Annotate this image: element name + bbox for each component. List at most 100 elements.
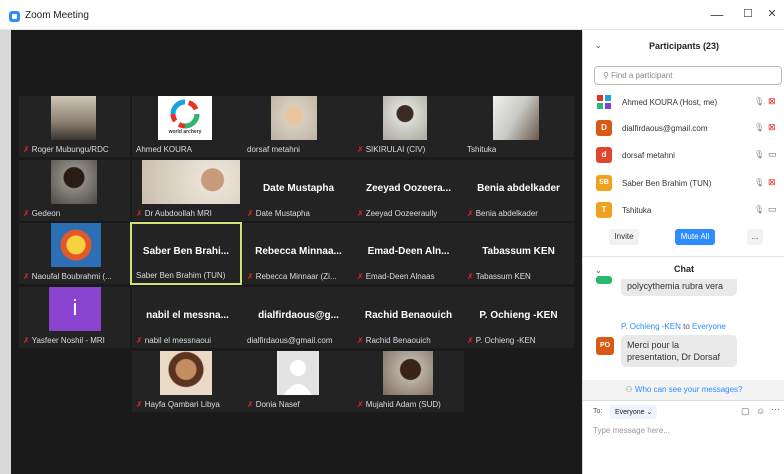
minimize-button[interactable]: — [707, 7, 727, 22]
recipient-dropdown[interactable]: Everyone ⌄ [610, 405, 658, 419]
mic-icon[interactable]: 🎙 [754, 150, 764, 159]
divider [583, 400, 784, 401]
tile-name: ✗ Dr Aubdoollah MRI [136, 209, 212, 218]
participant-row[interactable]: D dialfirdaous@gmail.com 🎙 ⊠ [596, 120, 782, 138]
video-tile[interactable]: ✗ Donia Nasef [243, 351, 354, 412]
video-tile[interactable]: Zeeyad Oozeera... ✗ Zeeyad Oozeeraully [353, 160, 464, 221]
video-tile[interactable]: dialfirdaous@g... dialfirdaous@gmail.com [243, 287, 354, 348]
privacy-bar[interactable]: ⚇ Who can see your messages? [583, 380, 784, 400]
avatar [596, 276, 612, 284]
message-input[interactable]: Type message here... [593, 426, 778, 466]
participant-search-input[interactable]: ⚲ Find a participant [594, 66, 782, 85]
chat-header: Chat [674, 264, 694, 274]
to-label: To: [593, 408, 603, 415]
tile-name: ✗ Donia Nasef [247, 400, 300, 409]
video-off-icon[interactable]: ⊠ [768, 122, 776, 133]
more-icon[interactable]: ⋯ [771, 404, 780, 415]
muted-mic-icon: ✗ [136, 209, 143, 218]
invite-button[interactable]: Invite [609, 229, 639, 245]
video-tile[interactable]: world archery Ahmed KOURA [132, 96, 243, 157]
muted-mic-icon: ✗ [357, 209, 364, 218]
participant-name: dorsaf metahni [622, 151, 675, 160]
search-icon: ⚲ [603, 71, 612, 80]
participant-video [51, 160, 97, 204]
sender-to: to [683, 322, 690, 331]
tile-name: ✗ Tabassum KEN [467, 272, 531, 281]
tile-name: ✗ Roger Mubungu/RDC [23, 145, 109, 154]
participant-row[interactable]: SB Saber Ben Brahim (TUN) 🎙 ⊠ [596, 175, 782, 193]
video-tile[interactable]: Rachid Benaouich ✗ Rachid Benaouich [353, 287, 464, 348]
people-icon: ⚇ [625, 385, 635, 394]
video-on-icon[interactable]: ▭ [768, 204, 777, 215]
tile-name: Tshituka [467, 145, 497, 154]
emoji-icon[interactable]: ☺ [756, 406, 765, 416]
video-tile[interactable]: ✗ Gedeon [19, 160, 130, 221]
participants-header: Participants (23) [648, 41, 720, 51]
participant-video [142, 160, 240, 204]
participant-row[interactable]: Ahmed KOURA (Host, me) 🎙 ⊠ [596, 94, 782, 112]
participant-video [383, 96, 427, 140]
tile-name: Ahmed KOURA [136, 145, 193, 154]
tile-name: ✗ Naoufal Boubrahmi (... [23, 272, 112, 281]
video-tile[interactable]: P. Ochieng -KEN ✗ P. Ochieng -KEN [463, 287, 574, 348]
participant-video [51, 223, 101, 267]
muted-mic-icon: ✗ [357, 272, 364, 281]
participant-name: dialfirdaous@gmail.com [622, 124, 708, 133]
more-options-button[interactable]: ... [747, 229, 763, 245]
video-tile[interactable]: ✗ Hayfa Qambari Libya [132, 351, 243, 412]
mic-icon[interactable]: 🎙 [754, 123, 764, 132]
avatar [596, 94, 612, 110]
file-icon[interactable]: ▢ [741, 406, 750, 417]
mic-icon[interactable]: 🎙 [754, 178, 764, 187]
video-tile[interactable]: ✗ Roger Mubungu/RDC [19, 96, 130, 157]
mute-all-button[interactable]: Mute All [675, 229, 715, 245]
muted-mic-icon: ✗ [467, 272, 474, 281]
video-tile[interactable]: ✗ Mujahid Adam (SUD) [353, 351, 464, 412]
muted-mic-icon: ✗ [247, 272, 254, 281]
mic-icon[interactable]: 🎙 [754, 97, 764, 106]
video-tile[interactable]: Tabassum KEN ✗ Tabassum KEN [463, 223, 574, 284]
video-tile[interactable]: Emad-Deen Aln... ✗ Emad-Deen Alnaas [353, 223, 464, 284]
video-off-icon[interactable]: ⊠ [768, 177, 776, 188]
muted-mic-icon: ✗ [136, 400, 143, 409]
video-tile[interactable]: Date Mustapha ✗ Date Mustapha [243, 160, 354, 221]
close-button[interactable]: ✕ [762, 7, 782, 20]
avatar: PO [596, 337, 614, 355]
video-tile[interactable]: Rebecca Minnaa... ✗ Rebecca Minnaar (Zi..… [243, 223, 354, 284]
muted-mic-icon: ✗ [23, 272, 30, 281]
tile-big-name: Tabassum KEN [482, 246, 555, 257]
video-gallery: ✗ Roger Mubungu/RDC world archery Ahmed K… [11, 30, 582, 474]
participant-row[interactable]: T Tshituka 🎙 ▭ [596, 202, 782, 220]
tile-big-name: Rachid Benaouich [364, 310, 453, 321]
video-tile[interactable]: i ✗ Yasfeer Noshil - MRI [19, 287, 130, 348]
participant-name: Tshituka [622, 206, 652, 215]
window-edge [0, 30, 11, 474]
video-tile[interactable]: Tshituka [463, 96, 574, 157]
video-on-icon[interactable]: ▭ [768, 149, 777, 160]
window-title: Zoom Meeting [25, 10, 89, 21]
video-tile[interactable]: dorsaf metahni [243, 96, 354, 157]
video-tile[interactable]: ✗ Dr Aubdoollah MRI [132, 160, 243, 221]
avatar: d [596, 147, 612, 163]
video-tile[interactable]: ✗ Naoufal Boubrahmi (... [19, 223, 130, 284]
maximize-button[interactable]: ☐ [738, 7, 758, 20]
video-tile[interactable]: nabil el messna... ✗ nabil el messnaoui [132, 287, 243, 348]
mic-icon[interactable]: 🎙 [754, 205, 764, 214]
tile-name: ✗ Emad-Deen Alnaas [357, 272, 435, 281]
avatar: SB [596, 175, 612, 191]
world-archery-logo: world archery [158, 96, 212, 140]
video-off-icon[interactable]: ⊠ [768, 96, 776, 107]
tile-big-name: Date Mustapha [262, 183, 335, 194]
tile-name: dialfirdaous@gmail.com [247, 336, 333, 345]
chevron-down-icon: ⌄ [646, 409, 653, 416]
tile-big-name: Benia abdelkader [477, 183, 560, 194]
avatar-letter: i [72, 295, 78, 320]
muted-mic-icon: ✗ [467, 209, 474, 218]
participant-row[interactable]: d dorsaf metahni 🎙 ▭ [596, 147, 782, 165]
video-tile[interactable]: Benia abdelkader ✗ Benia abdelkader [463, 160, 574, 221]
video-tile-active-speaker[interactable]: Saber Ben Brahi... Saber Ben Brahim (TUN… [130, 222, 242, 285]
muted-mic-icon: ✗ [247, 209, 254, 218]
tile-name: dorsaf metahni [247, 145, 300, 154]
video-tile[interactable]: ✗ SIKIRULAI (CIV) [353, 96, 464, 157]
recipient-name: Everyone [692, 322, 726, 331]
